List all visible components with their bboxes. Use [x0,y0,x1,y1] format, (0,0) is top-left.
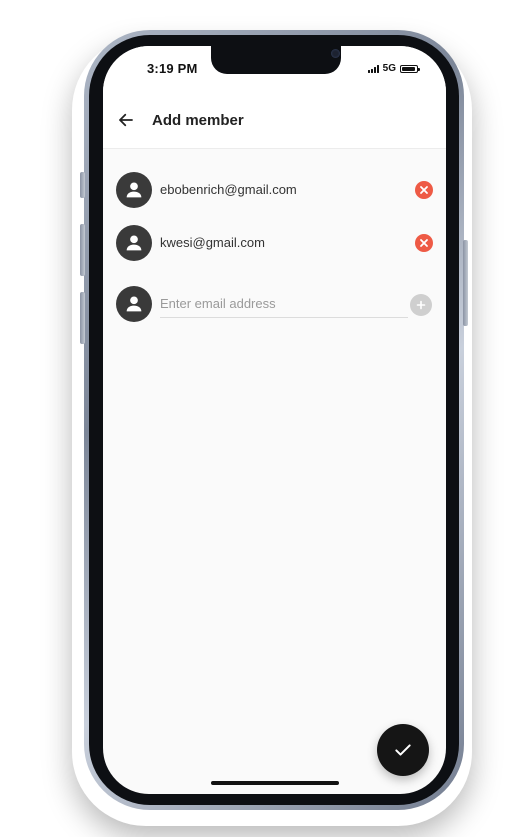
close-icon [420,239,428,247]
new-member-row [103,284,446,324]
home-indicator [211,781,339,785]
member-email: kwesi@gmail.com [160,235,265,250]
back-button[interactable] [106,100,146,140]
page-title: Add member [152,111,244,129]
person-icon [126,235,142,251]
person-icon [126,296,142,312]
plus-icon [416,300,426,310]
close-icon [420,186,428,194]
status-bar: 3:19 PM 5G [103,46,446,92]
member-email: ebobenrich@gmail.com [160,182,297,197]
volume-up-button [80,224,85,276]
add-member-button[interactable] [410,294,432,316]
person-icon [126,182,142,198]
stage: 3:19 PM 5G Add member ebobenrich@gmail.c… [0,0,529,837]
notch [211,46,341,74]
remove-member-button[interactable] [415,234,433,252]
volume-down-button [80,292,85,344]
avatar [116,225,152,261]
phone-screen: 3:19 PM 5G Add member ebobenrich@gmail.c… [103,46,446,794]
battery-icon [400,64,420,73]
avatar [116,286,152,322]
member-row: ebobenrich@gmail.com [103,170,446,210]
check-icon [395,744,411,756]
confirm-button[interactable] [377,724,429,776]
email-input[interactable] [160,289,408,318]
arrow-left-icon [119,113,133,127]
front-camera [331,49,340,58]
status-indicators: 5G [367,63,420,74]
avatar [116,172,152,208]
member-row: kwesi@gmail.com [103,223,446,263]
silent-switch [80,172,85,198]
network-label: 5G [382,63,396,74]
app-bar: Add member [103,92,446,149]
power-button [463,240,468,326]
status-time: 3:19 PM [147,61,198,76]
signal-icon [367,64,379,73]
remove-member-button[interactable] [415,181,433,199]
